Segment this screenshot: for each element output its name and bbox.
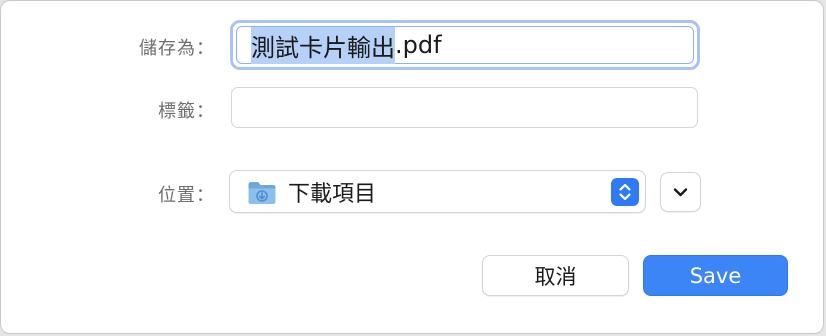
- location-stepper-icon[interactable]: [611, 178, 639, 206]
- filename-selected-text[interactable]: 測試卡片輸出: [251, 26, 395, 64]
- downloads-folder-icon: [248, 181, 276, 204]
- filename-extension[interactable]: .pdf: [395, 31, 442, 59]
- location-select[interactable]: 下載項目: [229, 170, 646, 213]
- location-value: 下載項目: [288, 181, 377, 207]
- filename-input[interactable]: 測試卡片輸出 .pdf: [236, 26, 694, 64]
- save-button[interactable]: Save: [643, 255, 788, 296]
- filename-field[interactable]: 測試卡片輸出 .pdf: [230, 20, 700, 70]
- expand-dialog-button[interactable]: [660, 172, 701, 212]
- cancel-button[interactable]: 取消: [482, 255, 629, 296]
- save-dialog: 儲存為： 測試卡片輸出 .pdf 標籤： 位置： 下載項目 取消 Save: [0, 0, 824, 334]
- save-as-label: 儲存為：: [139, 38, 215, 59]
- chevron-down-icon: [673, 188, 688, 197]
- tags-label: 標籤：: [158, 101, 215, 122]
- tags-input[interactable]: [231, 87, 698, 128]
- location-label: 位置：: [158, 185, 215, 206]
- chevron-up-down-icon: [619, 183, 631, 201]
